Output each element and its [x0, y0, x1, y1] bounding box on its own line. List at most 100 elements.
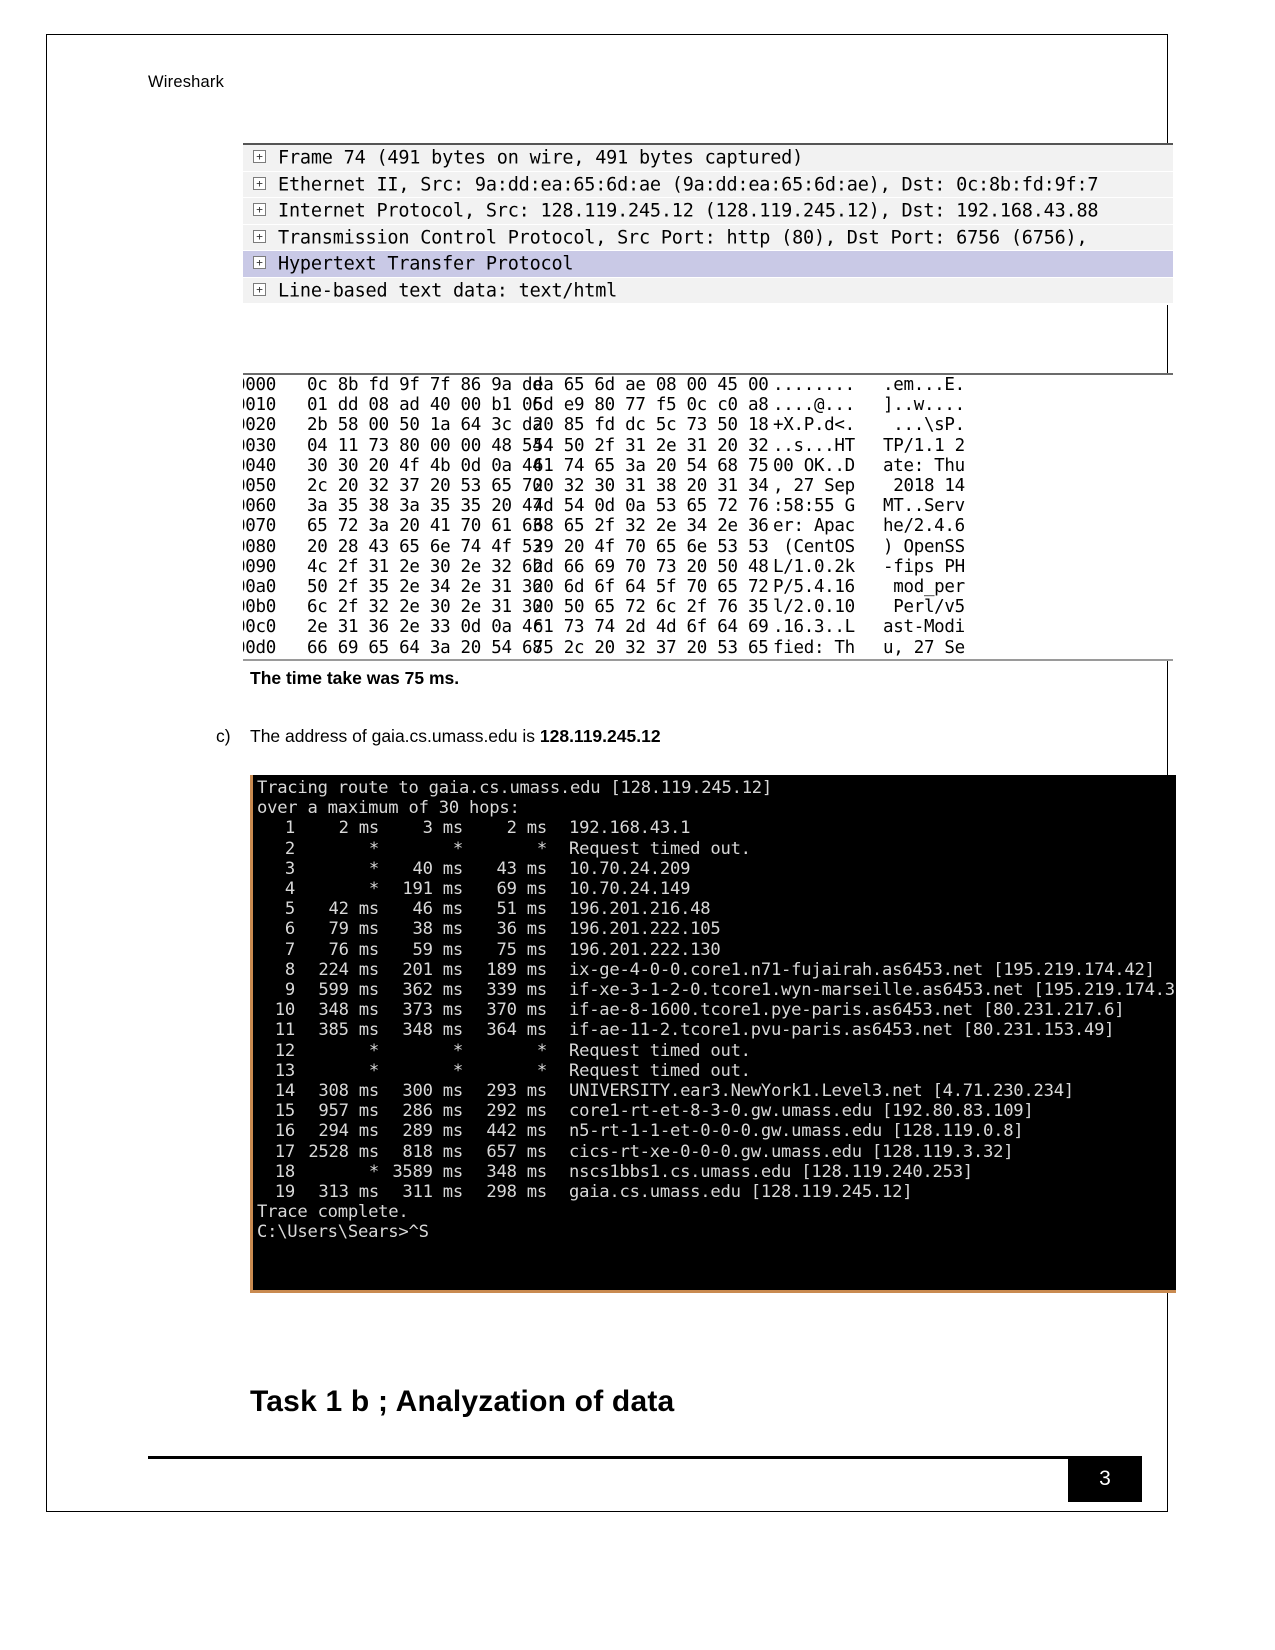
- hex-dump-row[interactable]: 0050 2c 20 32 37 20 53 65 7020 32 30 31 3…: [243, 476, 1173, 496]
- hex-bytes-right: 75 2c 20 32 37 20 53 65: [533, 637, 769, 658]
- traceroute-hop-row: 19 313 ms 311 ms 298 ms gaia.cs.umass.edu [1…: [257, 1182, 1176, 1202]
- hex-ascii-left: er: Apac: [773, 516, 855, 537]
- expand-icon[interactable]: +: [253, 203, 266, 216]
- protocol-tree-row-label: Line-based text data: text/html: [278, 279, 618, 301]
- protocol-tree-row[interactable]: + Frame 74 (491 bytes on wire, 491 bytes …: [243, 145, 1173, 172]
- wireshark-hex-dump-pane[interactable]: 0000 0c 8b fd 9f 7f 86 9a ddea 65 6d ae 0…: [243, 373, 1173, 661]
- traceroute-hop-row: 12 * * * Request timed out.: [257, 1041, 1176, 1061]
- document-header-label: Wireshark: [148, 73, 225, 91]
- hex-dump-row[interactable]: 0030 04 11 73 80 00 00 48 5454 50 2f 31 2…: [243, 436, 1173, 456]
- protocol-tree-row-label: Transmission Control Protocol, Src Port:…: [278, 226, 1088, 248]
- traceroute-hop-row: 15 957 ms 286 ms 292 ms core1-rt-et-8-3-0.gw…: [257, 1101, 1176, 1121]
- hop-rtt-1: 313 ms: [318, 1182, 379, 1203]
- traceroute-hop-row: 4 * 191 ms 69 ms 10.70.24.149: [257, 879, 1176, 899]
- hex-bytes-right: 54 50 2f 31 2e 31 20 32: [533, 435, 769, 456]
- hex-ascii-right: ) OpenSS: [883, 536, 965, 557]
- hex-ascii-left: l/2.0.10: [773, 597, 855, 618]
- hex-bytes-left: 3a 35 38 3a 35 35 20 47: [307, 496, 543, 517]
- hex-ascii-right: he/2.4.6: [883, 516, 965, 537]
- hex-offset: 0070: [243, 516, 276, 537]
- hex-ascii-left: ........: [773, 375, 855, 395]
- hex-ascii-left: .16.3..L: [773, 617, 855, 638]
- hop-number: 3: [284, 858, 295, 879]
- hop-rtt-1: 308 ms: [318, 1081, 379, 1102]
- terminal-prompt-line[interactable]: C:\Users\Sears>^S: [257, 1222, 1176, 1242]
- hex-dump-row[interactable]: 00d0 66 69 65 64 3a 20 54 6875 2c 20 32 3…: [243, 638, 1173, 658]
- hex-dump-row[interactable]: 0060 3a 35 38 3a 35 35 20 474d 54 0d 0a 5…: [243, 496, 1173, 516]
- hex-bytes-left: 01 dd 08 ad 40 00 b1 06: [307, 395, 543, 416]
- hop-rtt-1: 348 ms: [318, 1000, 379, 1021]
- expand-icon[interactable]: +: [253, 282, 266, 296]
- hex-offset: 00c0: [243, 617, 276, 638]
- hex-dump-row[interactable]: 0020 2b 58 00 50 1a 64 3c da20 85 fd dc 5…: [243, 415, 1173, 435]
- hop-hostname: 196.201.216.48: [569, 899, 711, 920]
- hop-rtt-1: 2528 ms: [308, 1141, 379, 1162]
- hex-ascii-right: 2018 14: [883, 476, 965, 497]
- hop-number: 13: [274, 1060, 295, 1081]
- expand-icon[interactable]: +: [253, 176, 266, 190]
- hex-dump-row[interactable]: 0000 0c 8b fd 9f 7f 86 9a ddea 65 6d ae 0…: [243, 375, 1173, 395]
- hex-bytes-left: 65 72 3a 20 41 70 61 63: [307, 516, 543, 537]
- gaia-ip-address: 128.119.245.12: [539, 726, 661, 746]
- hop-hostname: if-ae-11-2.tcore1.pvu-paris.as6453.net […: [569, 1020, 1115, 1041]
- hex-dump-row[interactable]: 00c0 2e 31 36 2e 33 0d 0a 4c61 73 74 2d 4…: [243, 617, 1173, 637]
- traceroute-hop-row: 17 2528 ms 818 ms 657 ms cics-rt-xe-0-0-0.gw…: [257, 1142, 1176, 1162]
- traceroute-terminal[interactable]: Tracing route to gaia.cs.umass.edu [128.…: [250, 775, 1176, 1293]
- hex-offset: 0020: [243, 415, 276, 436]
- expand-icon[interactable]: +: [253, 229, 266, 243]
- hex-bytes-right: ea 65 6d ae 08 00 45 00: [533, 375, 769, 395]
- hex-dump-row[interactable]: 0070 65 72 3a 20 41 70 61 6368 65 2f 32 2…: [243, 516, 1173, 536]
- hex-dump-row[interactable]: 00a0 50 2f 35 2e 34 2e 31 3620 6d 6f 64 5…: [243, 577, 1173, 597]
- traceroute-hop-row: 2 * * * Request timed out.: [257, 839, 1176, 859]
- hop-rtt-3: 298 ms: [486, 1182, 547, 1203]
- protocol-tree-row-label: Internet Protocol, Src: 128.119.245.12 (…: [278, 200, 1099, 222]
- hop-hostname: core1-rt-et-8-3-0.gw.umass.edu [192.80.8…: [569, 1101, 1034, 1122]
- hop-rtt-1: 76 ms: [328, 939, 380, 960]
- hex-ascii-left: L/1.0.2k: [773, 556, 855, 577]
- hop-rtt-3: 292 ms: [486, 1101, 547, 1122]
- hex-bytes-left: 2b 58 00 50 1a 64 3c da: [307, 415, 543, 436]
- hop-rtt-2: 46 ms: [412, 899, 464, 920]
- list-item-c: c) The address of gaia.cs.umass.edu is 12…: [216, 726, 661, 747]
- expand-icon[interactable]: +: [253, 256, 266, 269]
- hex-dump-row[interactable]: 0040 30 30 20 4f 4b 0d 0a 4461 74 65 3a 2…: [243, 456, 1173, 476]
- terminal-header-line: over a maximum of 30 hops:: [257, 798, 520, 819]
- hex-dump-row[interactable]: 0080 20 28 43 65 6e 74 4f 5329 20 4f 70 6…: [243, 537, 1173, 557]
- traceroute-hop-row: 18 * 3589 ms 348 ms nscs1bbs1.cs.umass.edu […: [257, 1162, 1176, 1182]
- traceroute-hop-row: 10 348 ms 373 ms 370 ms if-ae-8-1600.tcore1.…: [257, 1000, 1176, 1020]
- hop-rtt-2: 311 ms: [402, 1182, 463, 1203]
- hop-rtt-2: *: [452, 1040, 463, 1061]
- hop-rtt-3: 370 ms: [486, 1000, 547, 1021]
- hop-rtt-3: 348 ms: [486, 1161, 547, 1182]
- hex-ascii-left: fied: Th: [773, 637, 855, 658]
- protocol-tree-row-label: Frame 74 (491 bytes on wire, 491 bytes c…: [278, 147, 804, 169]
- hex-bytes-left: 30 30 20 4f 4b 0d 0a 44: [307, 455, 543, 476]
- hex-bytes-left: 20 28 43 65 6e 74 4f 53: [307, 536, 543, 557]
- protocol-tree-row[interactable]: + Ethernet II, Src: 9a:dd:ea:65:6d:ae (9a…: [243, 171, 1173, 198]
- hex-bytes-right: 2d 66 69 70 73 20 50 48: [533, 556, 769, 577]
- hex-dump-row[interactable]: 0010 01 dd 08 ad 40 00 b1 065d e9 80 77 f…: [243, 395, 1173, 415]
- hop-rtt-2: 300 ms: [402, 1081, 463, 1102]
- protocol-tree-row[interactable]: + Hypertext Transfer Protocol: [243, 251, 1173, 278]
- protocol-tree-row-label: Hypertext Transfer Protocol: [278, 253, 574, 275]
- protocol-tree-row[interactable]: + Line-based text data: text/html: [243, 277, 1173, 304]
- hop-rtt-1: *: [368, 879, 379, 900]
- protocol-tree-row[interactable]: + Transmission Control Protocol, Src Port…: [243, 224, 1173, 251]
- hex-dump-row[interactable]: 00b0 6c 2f 32 2e 30 2e 31 3020 50 65 72 6…: [243, 597, 1173, 617]
- hop-rtt-1: 2 ms: [338, 818, 380, 839]
- expand-icon[interactable]: +: [253, 150, 266, 163]
- hop-rtt-2: 3589 ms: [392, 1161, 463, 1182]
- traceroute-hop-row: 16 294 ms 289 ms 442 ms n5-rt-1-1-et-0-0-0.g…: [257, 1121, 1176, 1141]
- hex-bytes-right: 20 85 fd dc 5c 73 50 18: [533, 415, 769, 436]
- hop-rtt-2: 40 ms: [412, 858, 464, 879]
- wireshark-protocol-tree-pane[interactable]: + Frame 74 (491 bytes on wire, 491 bytes …: [243, 143, 1173, 305]
- hop-rtt-1: 42 ms: [328, 899, 380, 920]
- hop-hostname: 192.168.43.1: [569, 818, 691, 839]
- protocol-tree-row[interactable]: + Internet Protocol, Src: 128.119.245.12 …: [243, 198, 1173, 225]
- section-heading: Task 1 b ; Analyzation of data: [250, 1385, 675, 1418]
- hex-dump-row[interactable]: 0090 4c 2f 31 2e 30 2e 32 6b2d 66 69 70 7…: [243, 557, 1173, 577]
- hex-bytes-right: 29 20 4f 70 65 6e 53 53: [533, 536, 769, 557]
- hop-rtt-2: 38 ms: [412, 919, 464, 940]
- hex-ascii-left: (CentOS: [773, 536, 855, 557]
- hex-ascii-right: u, 27 Se: [883, 637, 965, 658]
